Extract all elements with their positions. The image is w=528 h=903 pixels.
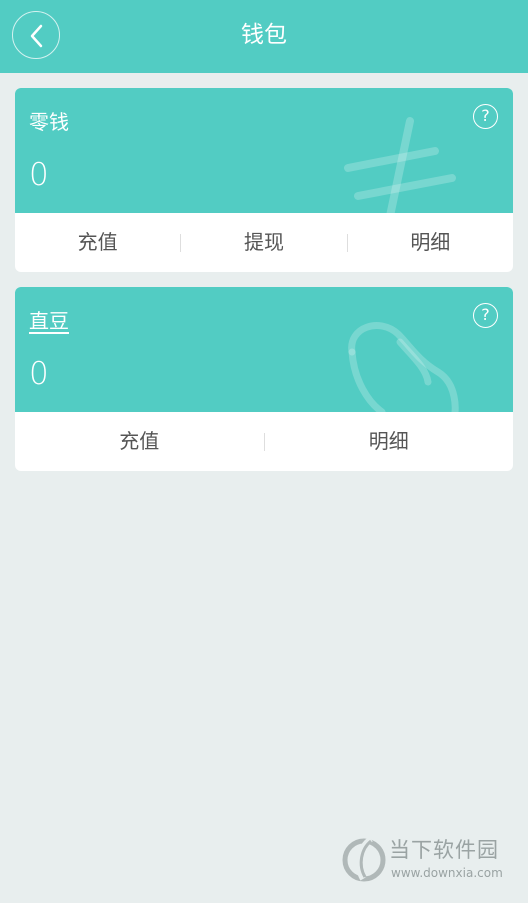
page-title: 钱包 xyxy=(241,22,287,48)
yuan-sign-icon xyxy=(344,117,456,213)
watermark: 当下软件园 www.downxia.com xyxy=(341,835,516,885)
bean-label[interactable]: 直豆 xyxy=(29,307,69,335)
bean-card: 直豆 0 ? 充值 明细 xyxy=(15,287,513,471)
change-card: 零钱 0 ? 充值 提现 明细 xyxy=(15,88,513,272)
change-balance: 0 xyxy=(29,157,49,193)
bean-details-button[interactable]: 明细 xyxy=(265,412,514,471)
bean-recharge-button[interactable]: 充值 xyxy=(15,412,264,471)
watermark-name: 当下软件园 xyxy=(389,838,499,862)
downxia-logo-icon xyxy=(342,836,386,882)
change-recharge-button[interactable]: 充值 xyxy=(15,213,180,272)
bean-icon xyxy=(348,322,459,412)
change-card-header: 零钱 0 ? xyxy=(15,88,513,213)
bean-balance: 0 xyxy=(29,356,49,392)
question-circle-icon[interactable]: ? xyxy=(473,104,498,129)
bean-card-header: 直豆 0 ? xyxy=(15,287,513,412)
bean-actions: 充值 明细 xyxy=(15,412,513,471)
change-withdraw-button[interactable]: 提现 xyxy=(181,213,346,272)
question-circle-icon[interactable]: ? xyxy=(473,303,498,328)
change-label: 零钱 xyxy=(29,110,69,134)
watermark-url: www.downxia.com xyxy=(391,866,503,880)
change-actions: 充值 提现 明细 xyxy=(15,213,513,272)
app-header: 钱包 xyxy=(0,0,528,73)
change-details-button[interactable]: 明细 xyxy=(348,213,513,272)
